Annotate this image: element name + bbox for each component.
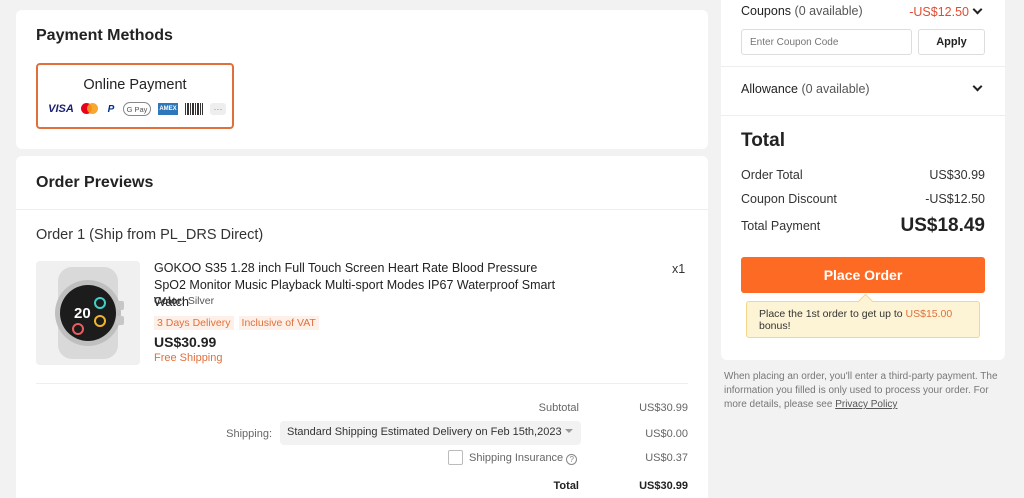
visa-icon: VISA [48,103,74,115]
divider [721,66,1005,67]
caret-down-icon [565,429,573,433]
coupons-row[interactable]: Coupons (0 available) [741,4,863,18]
free-shipping-label: Free Shipping [154,352,223,364]
tip-suffix: bonus! [759,320,791,332]
product-quantity: x1 [672,262,686,276]
payment-methods-title: Payment Methods [36,27,173,44]
coupons-label: Coupons [741,4,792,18]
privacy-policy-link[interactable]: Privacy Policy [835,399,897,410]
product-image[interactable]: 20 [36,261,140,365]
paypal-icon: P [107,103,115,115]
coupons-count: (0 available) [794,4,863,18]
payment-methods-card: Payment Methods Online Payment VISA P G … [16,10,708,149]
total-label: Total [553,480,579,492]
insurance-value: US$0.37 [645,452,688,464]
tip-amount: US$15.00 [905,308,953,320]
shipping-method-select[interactable]: Standard Shipping Estimated Delivery on … [280,421,581,445]
smartwatch-icon: 20 [55,267,124,359]
total-payment-label: Total Payment [741,219,821,233]
coupon-discount-row: Coupon Discount -US$12.50 [741,192,985,206]
allowance-count: (0 available) [801,82,870,96]
subtotal-value: US$30.99 [639,402,688,414]
color-value: Silver [187,295,215,307]
delivery-tag: 3 Days Delivery [154,316,234,330]
order-total-label: Order Total [741,168,803,182]
help-icon[interactable]: ? [566,454,578,465]
shipping-insurance: Shipping Insurance? [469,452,578,465]
product-title[interactable]: GOKOO S35 1.28 inch Full Touch Screen He… [154,260,564,311]
divider [36,383,688,384]
place-order-button[interactable]: Place Order [741,257,985,293]
total-title: Total [741,130,785,151]
total-value: US$30.99 [639,480,688,492]
total-payment-value: US$18.49 [900,215,985,236]
payment-icons: VISA P G Pay AMEX ··· [48,102,226,116]
color-label: Color: [154,295,185,307]
online-payment-option[interactable]: Online Payment VISA P G Pay AMEX ··· [36,63,234,129]
subtotal-label: Subtotal [538,402,579,414]
order-previews-title: Order Previews [36,174,154,191]
chevron-down-icon[interactable] [972,81,983,92]
payment-privacy-note: When placing an order, you'll enter a th… [724,370,1004,412]
first-order-bonus-tip: Place the 1st order to get up to US$15.0… [746,301,980,338]
online-payment-label: Online Payment [83,77,187,93]
shipping-option-text: Standard Shipping Estimated Delivery on … [287,426,562,438]
apply-coupon-button[interactable]: Apply [918,29,985,55]
boleto-icon [185,103,203,115]
shipping-value: US$0.00 [645,428,688,440]
amex-icon: AMEX [158,103,178,115]
shipping-insurance-label: Shipping Insurance [469,452,564,464]
product-color: Color: Silver [154,295,214,307]
watch-time: 20 [74,305,91,322]
allowance-label: Allowance [741,82,798,96]
divider [721,115,1005,116]
coupon-code-input[interactable] [741,29,912,55]
tip-prefix: Place the 1st order to get up to [759,308,903,320]
shipping-label: Shipping: [226,428,272,440]
coupons-discount: -US$12.50 [909,5,969,19]
order-summary-card: Coupons (0 available) -US$12.50 Apply Al… [721,0,1005,360]
order-previews-card: Order Previews Order 1 (Ship from PL_DRS… [16,156,708,498]
mastercard-icon [81,102,99,116]
divider [16,209,708,210]
order-total-row: Order Total US$30.99 [741,168,985,182]
shipping-insurance-checkbox[interactable] [448,450,463,465]
order-subtitle: Order 1 (Ship from PL_DRS Direct) [36,227,264,243]
total-payment-row: Total Payment US$18.49 [741,215,985,237]
product-tags: 3 Days Delivery Inclusive of VAT [154,316,319,330]
chevron-down-icon[interactable] [972,4,983,15]
google-pay-icon: G Pay [123,102,151,116]
coupon-discount-label: Coupon Discount [741,192,837,206]
coupon-discount-value: -US$12.50 [925,192,985,206]
allowance-row[interactable]: Allowance (0 available) [741,82,870,96]
product-price: US$30.99 [154,334,217,350]
order-total-value: US$30.99 [929,168,985,182]
vat-tag: Inclusive of VAT [238,316,319,330]
more-icon: ··· [210,103,226,115]
